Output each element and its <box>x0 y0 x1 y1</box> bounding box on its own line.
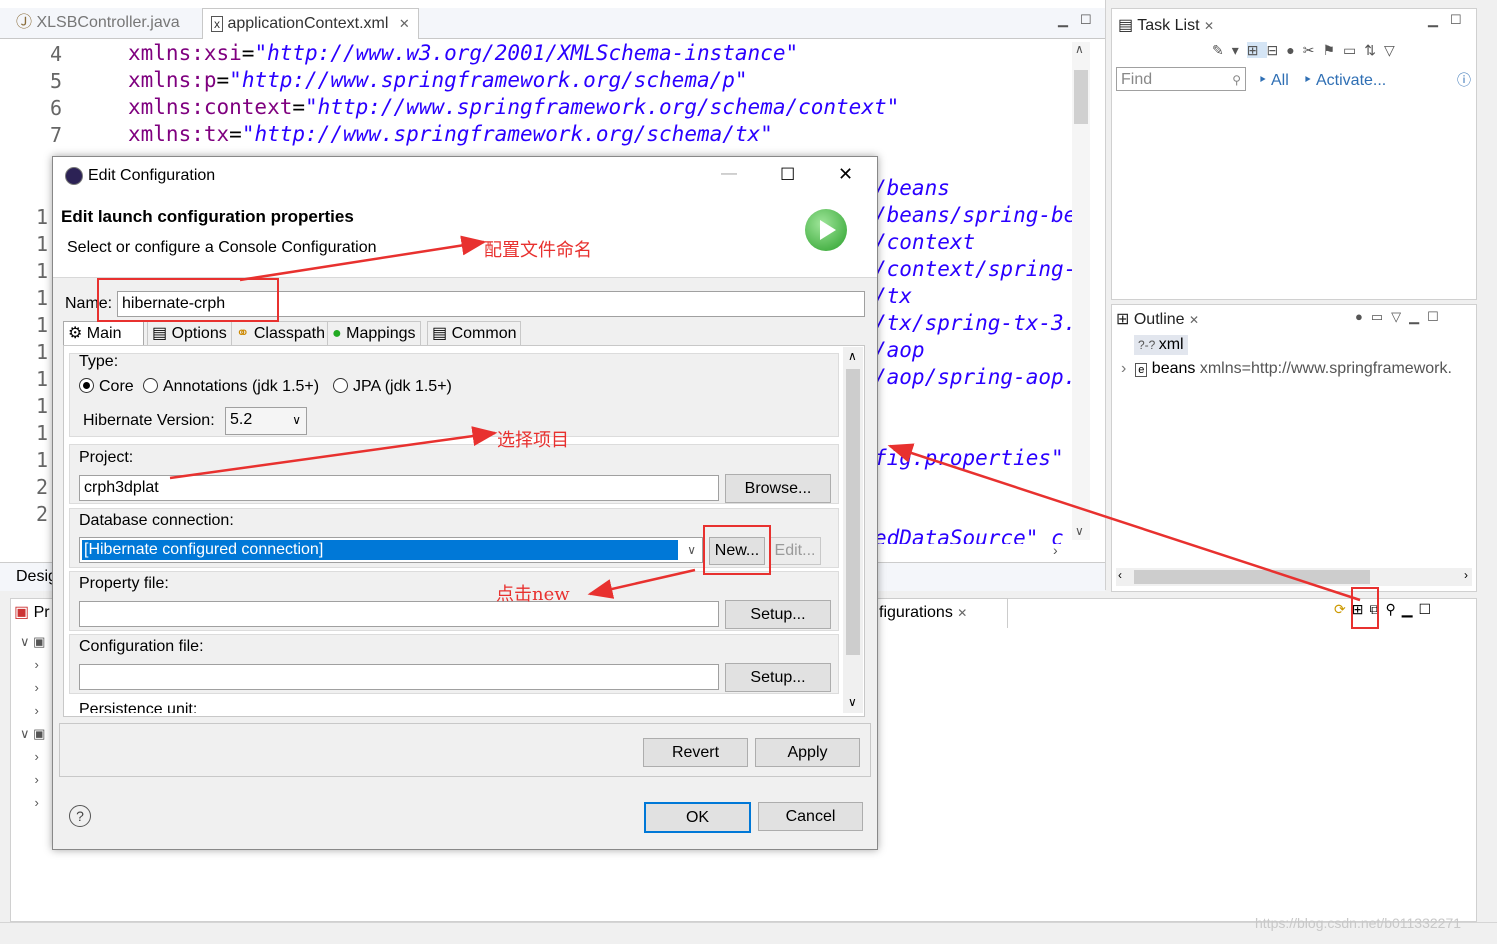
annotation-arrows <box>169 235 1361 602</box>
arrow-to-name-note <box>239 235 487 282</box>
arrow-from-add-config <box>887 443 1361 602</box>
new-annotation: 点击new <box>496 584 570 605</box>
arrow-to-project-note <box>169 426 498 480</box>
name-annotation: 配置文件命名 <box>484 240 592 261</box>
project-annotation: 选择项目 <box>497 430 569 451</box>
arrow-to-new-button <box>587 568 696 599</box>
